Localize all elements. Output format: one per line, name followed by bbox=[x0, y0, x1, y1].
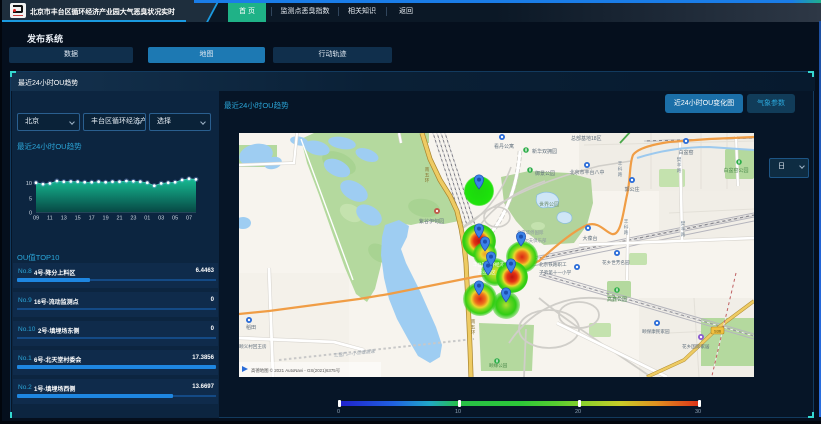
svg-text:5: 5 bbox=[29, 197, 32, 203]
svg-text:0: 0 bbox=[29, 211, 32, 217]
svg-text:御景公园: 御景公园 bbox=[535, 170, 555, 177]
svg-text:路: 路 bbox=[618, 171, 623, 178]
svg-text:S36: S36 bbox=[714, 329, 722, 334]
svg-text:高鑫公园: 高鑫公园 bbox=[607, 296, 627, 303]
svg-text:北京铁路职工: 北京铁路职工 bbox=[539, 261, 567, 268]
svg-text:紫谷伊甸园: 紫谷伊甸园 bbox=[419, 218, 444, 225]
svg-text:稻田: 稻田 bbox=[246, 324, 256, 331]
svg-text:颐保康民家园: 颐保康民家园 bbox=[642, 328, 670, 335]
svg-text:路: 路 bbox=[681, 231, 686, 238]
svg-text:路: 路 bbox=[677, 167, 682, 174]
svg-text:05: 05 bbox=[172, 216, 178, 222]
svg-text:北京市丰台八中: 北京市丰台八中 bbox=[569, 169, 604, 176]
svg-text:23: 23 bbox=[130, 216, 136, 222]
svg-text:五: 五 bbox=[425, 173, 430, 178]
svg-text:19: 19 bbox=[103, 216, 109, 222]
svg-text:世界公园: 世界公园 bbox=[539, 201, 559, 208]
svg-text:郭公庄: 郭公庄 bbox=[624, 186, 639, 193]
svg-text:高德地图 © 2021 AutoNavi - GS(2021: 高德地图 © 2021 AutoNavi - GS(2021)6375号 bbox=[251, 367, 341, 374]
svg-text:路: 路 bbox=[624, 229, 629, 236]
svg-text:白盆窑: 白盆窑 bbox=[678, 149, 693, 156]
svg-text:大葆台: 大葆台 bbox=[582, 235, 597, 242]
svg-text:看丹公寓: 看丹公寓 bbox=[494, 143, 514, 150]
svg-text:01: 01 bbox=[144, 216, 150, 222]
svg-text:17: 17 bbox=[89, 216, 95, 222]
svg-text:03: 03 bbox=[158, 216, 164, 222]
svg-text:花乡世芳名园: 花乡世芳名园 bbox=[602, 259, 630, 266]
svg-text:新华双拥园: 新华双拥园 bbox=[532, 148, 557, 155]
svg-text:15: 15 bbox=[75, 216, 81, 222]
svg-text:花乡国际家居: 花乡国际家居 bbox=[682, 343, 710, 350]
svg-text:09: 09 bbox=[33, 216, 39, 222]
svg-text:南: 南 bbox=[425, 166, 430, 172]
svg-text:南: 南 bbox=[471, 318, 476, 324]
svg-text:五: 五 bbox=[471, 325, 476, 330]
svg-text:10: 10 bbox=[26, 181, 32, 187]
svg-text:11: 11 bbox=[47, 216, 53, 222]
svg-text:07: 07 bbox=[186, 216, 192, 222]
svg-text:21: 21 bbox=[116, 216, 122, 222]
svg-text:13: 13 bbox=[61, 216, 67, 222]
svg-text:子弟第十一小学: 子弟第十一小学 bbox=[539, 269, 572, 276]
svg-text:总部基地18区: 总部基地18区 bbox=[571, 135, 602, 142]
svg-text:白盆窑公园: 白盆窑公园 bbox=[723, 167, 748, 174]
svg-text:颐义村回王房: 颐义村回王房 bbox=[239, 343, 267, 350]
